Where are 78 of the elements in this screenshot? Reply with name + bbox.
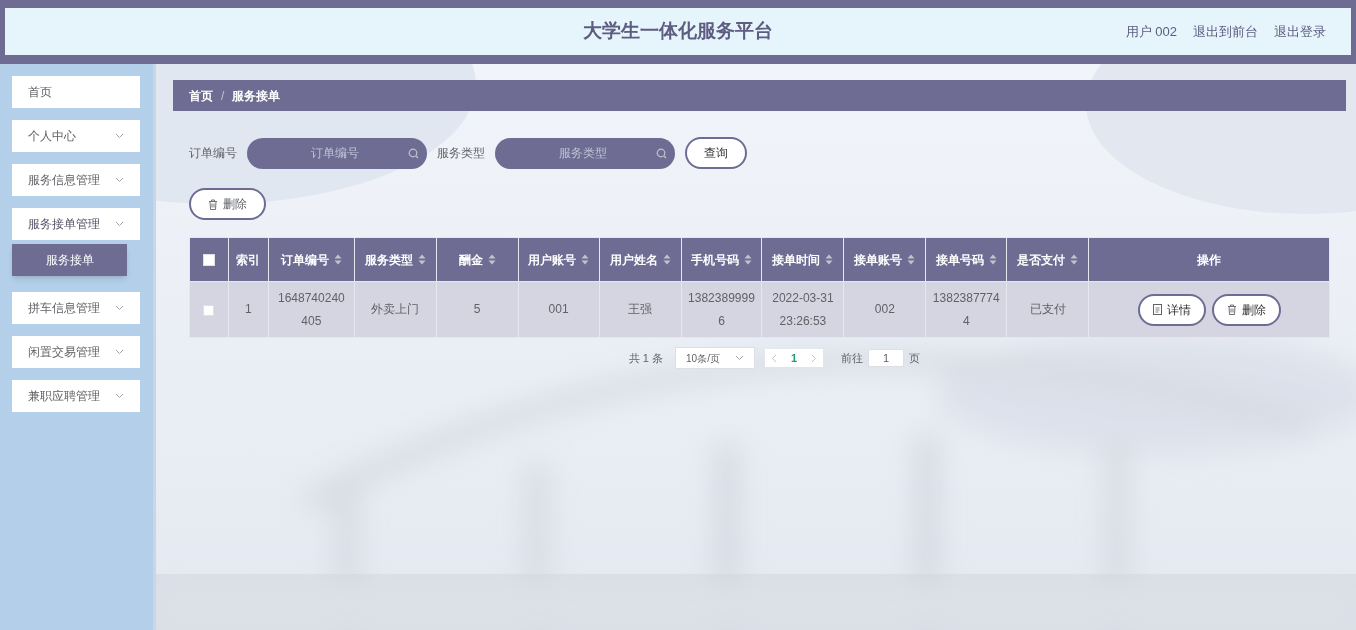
sort-icon[interactable] — [743, 254, 752, 265]
sidebar-item[interactable]: 首页 — [12, 76, 140, 108]
sidebar-item[interactable]: 服务信息管理 — [12, 164, 140, 196]
details-button[interactable]: 详情 — [1137, 293, 1206, 326]
page-number[interactable]: 1 — [791, 349, 798, 367]
search-field[interactable]: 订单编号 — [247, 137, 427, 169]
sidebar-item[interactable]: 服务接单管理 — [12, 208, 140, 240]
site-title: 大学生一体化服务平台 — [583, 19, 773, 44]
table-cell: 王强 — [599, 281, 681, 338]
column-header[interactable]: 订单编号 — [268, 237, 355, 282]
column-header[interactable]: 服务类型 — [354, 237, 437, 282]
table-cell: 002 — [843, 281, 926, 338]
search-field[interactable]: 服务类型 — [495, 137, 675, 169]
sort-icon[interactable] — [417, 254, 426, 265]
sort-icon[interactable] — [333, 254, 342, 265]
table-cell: 5 — [436, 281, 519, 338]
chevron-down-icon — [735, 355, 745, 361]
field-label: 服务类型 — [437, 145, 485, 162]
header-link[interactable]: 退出到前台 — [1193, 21, 1258, 42]
sort-icon[interactable] — [581, 254, 590, 265]
header-link[interactable]: 用户 002 — [1125, 21, 1177, 42]
goto-label: 前往 — [841, 350, 864, 366]
column-header: 索引 — [228, 237, 269, 282]
trash-icon — [208, 198, 218, 210]
query-button[interactable]: 查询 — [685, 137, 747, 169]
delete-button[interactable]: 删除 — [189, 188, 266, 220]
delete-button[interactable]: 删除 — [1211, 293, 1281, 326]
column-header[interactable]: 接单时间 — [761, 237, 844, 282]
sidebar-item[interactable]: 个人中心 — [12, 120, 140, 152]
breadcrumb-item: 服务接单 — [232, 87, 281, 105]
header-link[interactable]: 退出登录 — [1274, 21, 1326, 42]
column-header[interactable]: 是否支付 — [1006, 237, 1089, 282]
column-header[interactable]: 酬金 — [436, 237, 519, 282]
previous-page-icon[interactable] — [771, 353, 778, 363]
column-header: 操作 — [1088, 237, 1330, 282]
checkbox[interactable] — [202, 254, 215, 267]
sort-icon[interactable] — [662, 254, 671, 265]
table-cell: 外卖上门 — [354, 281, 437, 338]
sidebar-item[interactable]: 拼车信息管理 — [12, 292, 140, 324]
column-header[interactable]: 用户账号 — [518, 237, 600, 282]
document-icon — [1152, 304, 1162, 315]
breadcrumb-separator: / — [221, 87, 225, 105]
column-header[interactable]: 接单账号 — [843, 237, 926, 282]
table-cell: 1648740240405 — [268, 281, 355, 338]
search-icon — [408, 147, 419, 159]
table-cell: 13823899996 — [681, 281, 762, 338]
column-header[interactable]: 接单号码 — [925, 237, 1007, 282]
sort-icon[interactable] — [487, 254, 496, 265]
chevron-down-icon — [115, 393, 124, 399]
chevron-down-icon — [115, 305, 124, 311]
table-cell: 已支付 — [1006, 281, 1089, 338]
sort-icon[interactable] — [988, 254, 997, 265]
total-count: 共 1 条 — [628, 350, 664, 366]
sort-icon[interactable] — [825, 254, 834, 265]
field-label: 订单编号 — [189, 145, 237, 162]
breadcrumb-item[interactable]: 首页 — [189, 86, 213, 105]
table-cell: 1 — [228, 281, 269, 338]
sort-icon[interactable] — [907, 254, 916, 265]
trash-icon — [1226, 304, 1237, 315]
chevron-down-icon — [115, 349, 124, 355]
sidebar-item[interactable]: 闲置交易管理 — [12, 336, 140, 368]
table-cell: 13823877744 — [925, 281, 1007, 338]
column-header[interactable]: 手机号码 — [681, 237, 762, 282]
checkbox[interactable] — [203, 304, 215, 316]
page-input[interactable]: 1 — [868, 349, 905, 367]
chevron-down-icon — [115, 133, 124, 139]
sidebar-subitem[interactable]: 服务接单 — [12, 244, 127, 276]
sidebar-item[interactable]: 兼职应聘管理 — [12, 380, 140, 412]
chevron-down-icon — [115, 221, 124, 227]
sort-icon[interactable] — [1070, 254, 1079, 265]
table-cell: 2022-03-31 23:26:53 — [761, 281, 844, 338]
page-size-select[interactable]: 10条/页 — [675, 347, 756, 369]
table-cell: 001 — [518, 281, 600, 338]
chevron-down-icon — [115, 177, 124, 183]
column-header[interactable]: 用户姓名 — [599, 237, 681, 282]
page-suffix: 页 — [909, 350, 921, 366]
next-page-icon[interactable] — [811, 353, 818, 363]
search-icon — [656, 147, 667, 159]
